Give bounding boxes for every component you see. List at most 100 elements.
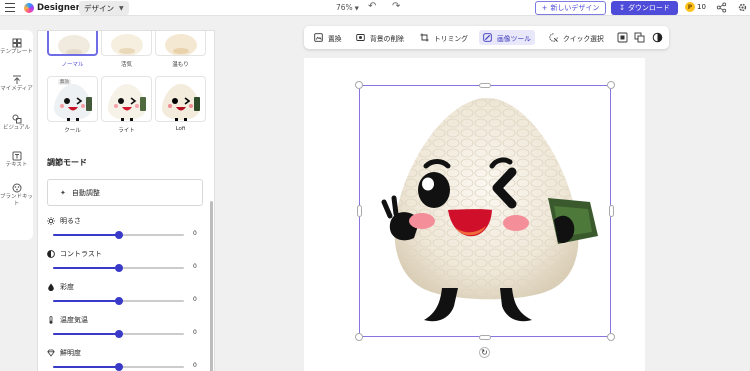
- frame-icon[interactable]: [617, 32, 628, 43]
- resize-handle-right[interactable]: [609, 205, 614, 217]
- remove-background-icon: [356, 34, 365, 41]
- filter-label: 温もり: [172, 62, 189, 68]
- sharpness-slider[interactable]: [53, 363, 184, 371]
- replace-label: 置換: [328, 34, 342, 43]
- panel-scrollbar[interactable]: [210, 201, 213, 371]
- resize-handle-left[interactable]: [357, 205, 362, 217]
- crop-icon: [420, 33, 429, 42]
- slider-knob[interactable]: [114, 297, 123, 305]
- rail-item-visuals[interactable]: ビジュアル: [0, 114, 33, 132]
- adjust-label: 彩度: [60, 283, 74, 291]
- slider-knob[interactable]: [114, 264, 123, 272]
- filter-preview: [101, 76, 152, 122]
- top-header: Designer デザイン ▼ 76% ▼ ↶ ↷ + 新しいデザイン ↧ ダウン…: [0, 0, 750, 16]
- text-icon: [12, 151, 21, 161]
- filter-normal[interactable]: ノーマル: [47, 31, 98, 68]
- crop-label: トリミング: [434, 34, 468, 43]
- rotate-handle-icon[interactable]: ↻: [479, 347, 490, 358]
- rail-label: マイメディア: [0, 86, 33, 92]
- remove-background-label: 背景の削除: [370, 34, 404, 43]
- saturation-icon: [48, 283, 54, 291]
- settings-icon[interactable]: [737, 2, 748, 13]
- temperature-slider[interactable]: [53, 330, 184, 338]
- adjust-value: 0: [193, 362, 197, 369]
- filter-vivid[interactable]: 活気: [101, 31, 152, 68]
- layers-icon[interactable]: [634, 32, 645, 43]
- rail-label: テンプレート: [0, 49, 33, 55]
- filter-light[interactable]: ライト: [101, 76, 152, 134]
- mode-dropdown[interactable]: デザイン ▼: [79, 1, 129, 15]
- filter-label: 活気: [120, 62, 132, 68]
- credits-badge[interactable]: P 10: [685, 2, 706, 12]
- slider-fill: [53, 300, 119, 302]
- contrast-slider[interactable]: [53, 264, 184, 272]
- replace-button[interactable]: 置換: [310, 30, 346, 45]
- filter-cool[interactable]: 無効 クール: [47, 76, 98, 134]
- quick-select-icon: [549, 33, 558, 42]
- slider-fill: [53, 234, 119, 236]
- share-icon[interactable]: [716, 2, 727, 13]
- quick-select-button[interactable]: クイック選択: [545, 30, 608, 45]
- rail-item-my-media[interactable]: マイメディア: [0, 75, 33, 93]
- remove-background-button[interactable]: 背景の削除: [352, 30, 408, 45]
- crop-button[interactable]: トリミング: [416, 30, 472, 45]
- rail-item-templates[interactable]: テンプレート: [0, 38, 33, 56]
- slider-knob[interactable]: [114, 363, 123, 371]
- filter-lofi[interactable]: Lofi: [155, 76, 206, 132]
- filter-label: クール: [64, 128, 81, 134]
- resize-handle-top-left[interactable]: [355, 81, 363, 89]
- replace-icon: [314, 33, 323, 42]
- rail-label: ブランドキット: [0, 194, 34, 207]
- app-brand[interactable]: Designer: [24, 2, 80, 14]
- slider-knob[interactable]: [114, 330, 123, 338]
- download-icon: ↧: [619, 4, 625, 12]
- resize-handle-bottom-left[interactable]: [355, 333, 363, 341]
- designer-logo-icon: [24, 3, 34, 13]
- coin-icon: P: [685, 2, 695, 12]
- rail-item-text[interactable]: テキスト: [0, 151, 33, 169]
- resize-handle-top-right[interactable]: [607, 81, 615, 89]
- left-rail: テンプレート マイメディア ビジュアル テキスト ブランドキット: [0, 30, 33, 240]
- upload-icon: [12, 75, 21, 84]
- redo-icon[interactable]: ↷: [392, 1, 400, 12]
- filter-label: Lofi: [175, 126, 186, 132]
- rail-item-brand-kit[interactable]: ブランドキット: [0, 183, 33, 208]
- slider-fill: [53, 267, 119, 269]
- resize-handle-top[interactable]: [479, 83, 491, 88]
- contrast-icon: [47, 250, 55, 258]
- chevron-down-icon: ▼: [119, 4, 124, 12]
- zoom-level: 76%: [336, 3, 353, 12]
- filter-label: ノーマル: [61, 62, 84, 68]
- adjust-label: 温度気温: [60, 316, 88, 324]
- contrast-control: コントラスト 0: [47, 249, 205, 277]
- filter-tag: 無効: [58, 79, 71, 85]
- sharpness-icon: [47, 349, 55, 357]
- brightness-slider[interactable]: [53, 231, 184, 239]
- sharpness-control: 鮮明度 0: [47, 348, 205, 371]
- rail-label: テキスト: [5, 162, 28, 168]
- saturation-slider[interactable]: [53, 297, 184, 305]
- undo-icon[interactable]: ↶: [368, 1, 376, 12]
- auto-adjust-button[interactable]: ✦ 自動調整: [47, 179, 203, 206]
- filter-preview: [47, 31, 98, 56]
- adjust-value: 0: [193, 263, 197, 270]
- resize-handle-bottom-right[interactable]: [607, 333, 615, 341]
- temperature-icon: [49, 316, 53, 324]
- adjust-value: 0: [193, 329, 197, 336]
- selection-box: [359, 85, 611, 337]
- zoom-control[interactable]: 76% ▼: [336, 3, 359, 12]
- filter-warm[interactable]: 温もり: [155, 31, 206, 68]
- slider-knob[interactable]: [114, 231, 123, 239]
- mode-label: デザイン: [84, 3, 114, 13]
- new-design-label: 新しいデザイン: [550, 4, 600, 12]
- filter-preview: 無効: [47, 76, 98, 122]
- magic-wand-icon: ✦: [60, 188, 66, 197]
- template-icon: [12, 38, 21, 48]
- new-design-button[interactable]: + 新しいデザイン: [535, 1, 606, 15]
- menu-icon[interactable]: [5, 3, 15, 12]
- filter-toggle-icon[interactable]: [652, 32, 663, 43]
- brand-kit-icon: [12, 183, 21, 193]
- resize-handle-bottom[interactable]: [479, 335, 491, 340]
- download-button[interactable]: ↧ ダウンロード: [611, 1, 678, 15]
- image-tools-button[interactable]: 画像ツール: [479, 30, 535, 45]
